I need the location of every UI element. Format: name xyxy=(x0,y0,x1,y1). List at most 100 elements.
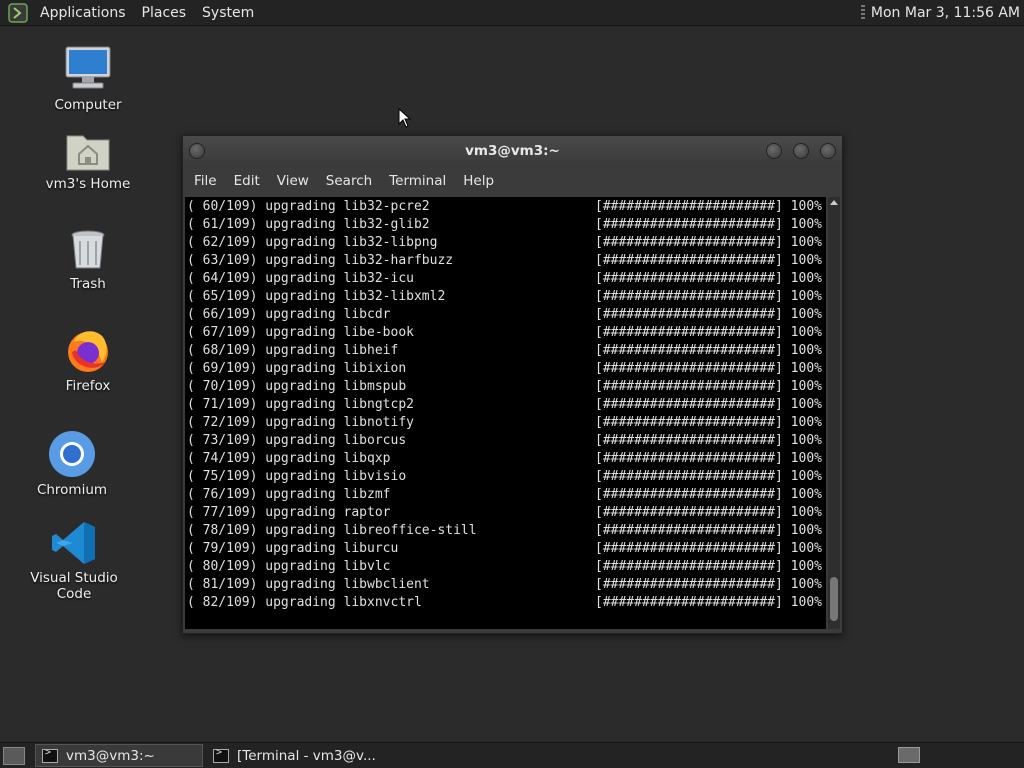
desktop-icon-computer[interactable]: Computer xyxy=(33,45,143,113)
maximize-button[interactable] xyxy=(793,143,809,159)
distro-logo-icon[interactable] xyxy=(8,2,28,23)
terminal-line: ( 60/109) upgrading lib32-pcre2 [########… xyxy=(187,198,826,216)
desktop-icon-label: Visual Studio Code xyxy=(30,570,118,602)
terminal-line-text: ( 71/109) upgrading libngtcp2 xyxy=(187,397,414,412)
minimize-button[interactable] xyxy=(766,143,782,159)
terminal-line-progress: [######################] 100% xyxy=(595,559,822,574)
terminal-line-progress: [######################] 100% xyxy=(595,235,822,250)
terminal-line-progress: [######################] 100% xyxy=(595,199,822,214)
scroll-thumb[interactable] xyxy=(830,577,838,621)
terminal-line-progress: [######################] 100% xyxy=(595,469,822,484)
firefox-icon xyxy=(64,326,112,374)
menu-edit[interactable]: Edit xyxy=(227,173,268,189)
terminal-line-progress: [######################] 100% xyxy=(595,253,822,268)
desktop-icon-label: Chromium xyxy=(36,482,108,498)
workspace-switcher[interactable] xyxy=(898,747,920,763)
desktop-icon-label: vm3's Home xyxy=(45,176,131,192)
chromium-icon xyxy=(48,430,96,478)
terminal-line-text: ( 80/109) upgrading libvlc xyxy=(187,559,391,574)
home-folder-icon xyxy=(65,128,111,172)
terminal-line-progress: [######################] 100% xyxy=(595,271,822,286)
terminal-line: ( 61/109) upgrading lib32-glib2 [########… xyxy=(187,216,826,234)
terminal-line: ( 71/109) upgrading libngtcp2 [##########… xyxy=(187,396,826,414)
terminal-line-progress: [######################] 100% xyxy=(595,289,822,304)
terminal-line: ( 65/109) upgrading lib32-libxml2 [######… xyxy=(187,288,826,306)
terminal-line-progress: [######################] 100% xyxy=(595,505,822,520)
terminal-line-text: ( 77/109) upgrading raptor xyxy=(187,505,391,520)
panel-grip-icon[interactable] xyxy=(860,4,865,21)
terminal-line-text: ( 63/109) upgrading lib32-harfbuzz xyxy=(187,253,454,268)
terminal-line: ( 68/109) upgrading libheif [############… xyxy=(187,342,826,360)
terminal-line-progress: [######################] 100% xyxy=(595,343,822,358)
desktop-icon-firefox[interactable]: Firefox xyxy=(33,326,143,394)
terminal-line-progress: [######################] 100% xyxy=(595,325,822,340)
terminal-line: ( 79/109) upgrading liburcu [############… xyxy=(187,540,826,558)
terminal-line-text: ( 78/109) upgrading libreoffice-still xyxy=(187,523,477,538)
bottom-panel: vm3@vm3:~ [Terminal - vm3@v... xyxy=(0,742,1024,768)
terminal-line-text: ( 67/109) upgrading libe-book xyxy=(187,325,414,340)
terminal-line-text: ( 74/109) upgrading libqxp xyxy=(187,451,391,466)
terminal-line-text: ( 75/109) upgrading libvisio xyxy=(187,469,407,484)
terminal-line-progress: [######################] 100% xyxy=(595,307,822,322)
menu-file[interactable]: File xyxy=(187,173,225,189)
terminal-line: ( 66/109) upgrading libcdr [#############… xyxy=(187,306,826,324)
terminal-line: ( 75/109) upgrading libvisio [###########… xyxy=(187,468,826,486)
desktop-icon-label: Computer xyxy=(54,97,122,113)
window-menu-button[interactable] xyxy=(189,143,205,159)
terminal-line: ( 64/109) upgrading lib32-icu [##########… xyxy=(187,270,826,288)
terminal-line-text: ( 65/109) upgrading lib32-libxml2 xyxy=(187,289,446,304)
menu-applications[interactable]: Applications xyxy=(32,5,134,21)
terminal-line-progress: [######################] 100% xyxy=(595,523,822,538)
window-titlebar[interactable]: vm3@vm3:~ xyxy=(183,136,842,166)
terminal-line-text: ( 69/109) upgrading libixion xyxy=(187,361,407,376)
scroll-up-icon[interactable] xyxy=(830,200,838,205)
menu-terminal[interactable]: Terminal xyxy=(382,173,454,189)
terminal-line-text: ( 81/109) upgrading libwbclient xyxy=(187,577,430,592)
desktop-icon-trash[interactable]: Trash xyxy=(33,228,143,292)
terminal-icon xyxy=(42,747,58,763)
desktop-icon-vscode[interactable]: Visual Studio Code xyxy=(19,520,129,602)
terminal-line-progress: [######################] 100% xyxy=(595,397,822,412)
show-desktop-icon[interactable] xyxy=(3,746,25,765)
top-panel: Applications Places System Mon Mar 3, 11… xyxy=(0,0,1024,26)
terminal-line-progress: [######################] 100% xyxy=(595,217,822,232)
terminal-line-progress: [######################] 100% xyxy=(595,577,822,592)
taskbar-item-terminal-2[interactable]: [Terminal - vm3@v... xyxy=(207,745,379,766)
desktop-icon-label: Firefox xyxy=(65,378,111,394)
terminal-line: ( 67/109) upgrading libe-book [##########… xyxy=(187,324,826,342)
terminal-icon xyxy=(213,747,229,763)
terminal-scrollbar[interactable] xyxy=(828,197,840,629)
terminal-line-text: ( 79/109) upgrading liburcu xyxy=(187,541,399,556)
clock[interactable]: Mon Mar 3, 11:56 AM xyxy=(871,5,1024,21)
desktop-icon-label: Trash xyxy=(70,276,106,292)
terminal-window[interactable]: vm3@vm3:~ File Edit View Search Terminal… xyxy=(182,135,843,634)
close-button[interactable] xyxy=(820,143,836,159)
menu-search[interactable]: Search xyxy=(319,173,380,189)
vscode-icon xyxy=(51,520,97,566)
terminal-line-progress: [######################] 100% xyxy=(595,415,822,430)
computer-icon xyxy=(63,45,113,93)
menu-view[interactable]: View xyxy=(270,173,317,189)
terminal-line: ( 74/109) upgrading libqxp [#############… xyxy=(187,450,826,468)
terminal-line-progress: [######################] 100% xyxy=(595,451,822,466)
terminal-line-text: ( 72/109) upgrading libnotify xyxy=(187,415,414,430)
window-title: vm3@vm3:~ xyxy=(465,143,560,159)
terminal-line: ( 69/109) upgrading libixion [###########… xyxy=(187,360,826,378)
menu-system[interactable]: System xyxy=(194,5,262,21)
terminal-line-progress: [######################] 100% xyxy=(595,379,822,394)
terminal-line-text: ( 66/109) upgrading libcdr xyxy=(187,307,391,322)
terminal-line-text: ( 76/109) upgrading libzmf xyxy=(187,487,391,502)
mouse-cursor-icon xyxy=(398,107,412,132)
taskbar-item-label: [Terminal - vm3@v... xyxy=(237,747,376,764)
desktop-icon-home[interactable]: vm3's Home xyxy=(33,128,143,192)
taskbar-item-terminal[interactable]: vm3@vm3:~ xyxy=(35,744,203,767)
terminal-menubar: File Edit View Search Terminal Help xyxy=(183,166,842,196)
terminal-output[interactable]: ( 60/109) upgrading lib32-pcre2 [########… xyxy=(185,197,826,629)
desktop-icon-chromium[interactable]: Chromium xyxy=(17,430,127,498)
menu-help[interactable]: Help xyxy=(456,173,502,189)
menu-places[interactable]: Places xyxy=(134,5,195,21)
terminal-line-text: ( 62/109) upgrading lib32-libpng xyxy=(187,235,438,250)
terminal-line: ( 63/109) upgrading lib32-harfbuzz [#####… xyxy=(187,252,826,270)
terminal-line-progress: [######################] 100% xyxy=(595,433,822,448)
terminal-lines: ( 60/109) upgrading lib32-pcre2 [########… xyxy=(185,197,826,612)
